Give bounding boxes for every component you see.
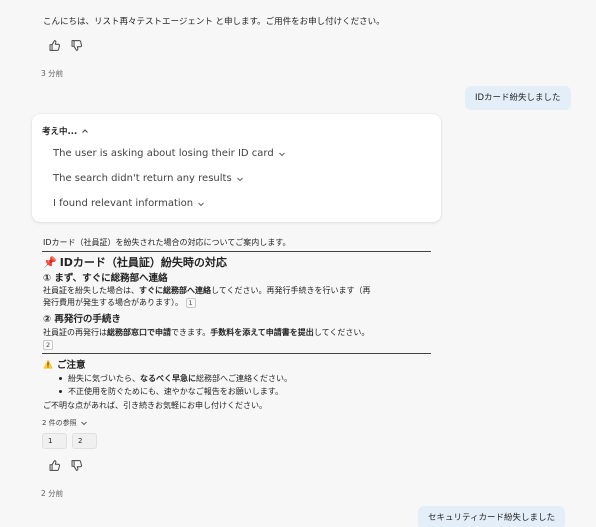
thumbs-up-icon: [49, 459, 60, 471]
divider: [42, 353, 431, 354]
step1-heading: ① まず、すぐに総務部へ連絡: [43, 273, 168, 284]
chevron-down-icon: [278, 152, 285, 156]
caution-heading-text: ご注意: [56, 360, 86, 371]
step1-text: 社員証を紛失した場合は、すぐに総務部へ連絡してください。再発行手続きを行います（…: [43, 286, 371, 295]
caution-bullet-2: 不正使用を防ぐためにも、速やかなご報告をお願いします。: [59, 387, 283, 396]
step2-citation-line: 2: [43, 339, 54, 351]
chevron-up-icon: [82, 129, 89, 133]
answer-intro: IDカード（社員証）を紛失された場合の対応についてご案内します。: [43, 238, 291, 247]
like-button[interactable]: [46, 457, 62, 473]
message-timestamp: 3 分前: [41, 69, 64, 78]
thumbs-down-icon: [71, 459, 82, 471]
chevron-down-icon: [80, 421, 87, 426]
references-toggle[interactable]: 2 件の参照: [42, 418, 88, 428]
bot-greeting-message: こんにちは、リスト再々テストエージェント と申します。ご用件をお申し付けください…: [43, 17, 385, 27]
thumbs-up-icon: [49, 39, 60, 51]
citation-2[interactable]: 2: [43, 339, 54, 350]
thinking-header: 考え中...: [42, 127, 78, 137]
thinking-step-label: I found relevant information: [53, 198, 194, 209]
user-message-bubble: IDカード紛失しました: [465, 86, 571, 110]
chevron-down-icon: [198, 202, 205, 206]
thinking-step-2[interactable]: The search didn't return any results: [53, 173, 244, 184]
step2-text: 社員証の再発行は総務部窓口で申請できます。手数料を添えて申請書を提出してください…: [43, 328, 370, 337]
message-timestamp: 2 分前: [41, 489, 64, 498]
reference-chip-2[interactable]: 2: [72, 433, 97, 449]
thinking-step-3[interactable]: I found relevant information: [53, 198, 205, 209]
warning-icon: ⚠️: [43, 359, 53, 369]
reference-chip-1[interactable]: 1: [42, 433, 67, 449]
thinking-step-label: The search didn't return any results: [53, 173, 232, 184]
step1-text-line2: 発行費用が発生する場合があります）。 1: [43, 297, 196, 309]
dislike-button[interactable]: [68, 457, 84, 473]
thinking-toggle[interactable]: 考え中...: [42, 125, 89, 137]
thinking-step-label: The user is asking about losing their ID…: [53, 148, 274, 159]
step2-heading: ② 再発行の手続き: [43, 314, 121, 325]
references-label: 2 件の参照: [42, 419, 77, 427]
chevron-down-icon: [236, 177, 243, 181]
thinking-panel: 考え中... The user is asking about losing t…: [32, 114, 441, 222]
caution-heading: ⚠️ ご注意: [43, 357, 86, 372]
chat-transcript: こんにちは、リスト再々テストエージェント と申します。ご用件をお申し付けください…: [0, 0, 596, 527]
user-message-bubble: セキュリティカード紛失しました: [418, 506, 565, 527]
answer-title: 📌 IDカード（社員証）紛失時の対応: [43, 254, 227, 270]
like-button[interactable]: [46, 37, 62, 53]
thinking-step-1[interactable]: The user is asking about losing their ID…: [53, 148, 286, 159]
answer-closing: ご不明な点があれば、引き続きお気軽にお申し付けください。: [43, 401, 267, 410]
thumbs-down-icon: [71, 39, 82, 51]
dislike-button[interactable]: [68, 37, 84, 53]
divider: [42, 251, 431, 252]
answer-title-text: IDカード（社員証）紛失時の対応: [59, 256, 227, 269]
pushpin-icon: 📌: [43, 255, 57, 269]
caution-bullet-1: 紛失に気づいたら、なるべく早急に総務部へご連絡ください。: [59, 374, 292, 383]
citation-1[interactable]: 1: [185, 297, 196, 308]
